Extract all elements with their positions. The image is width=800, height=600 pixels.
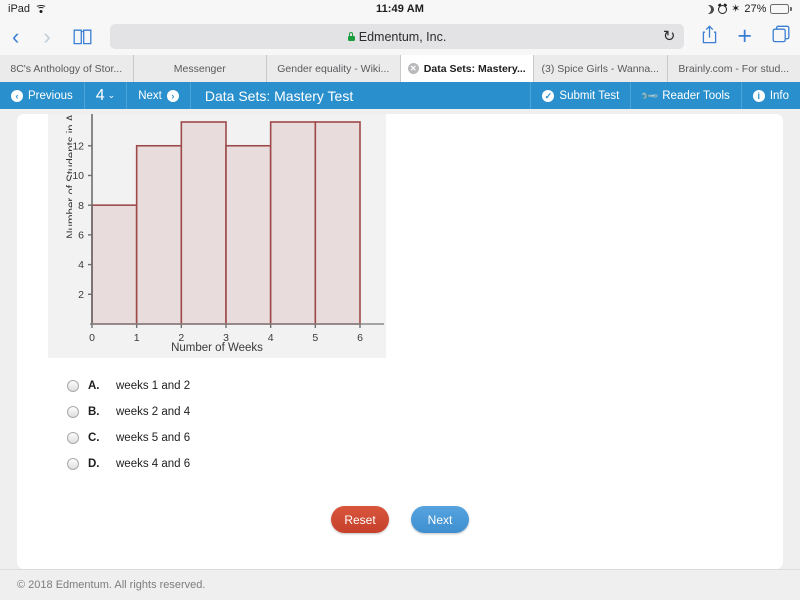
status-bar-right: ✶ 27% xyxy=(705,3,792,15)
new-tab-button[interactable]: + xyxy=(727,24,762,49)
browser-tab[interactable]: 8C's Anthology of Stor... xyxy=(0,55,134,82)
address-bar-text-group: Edmentum, Inc. xyxy=(347,29,447,44)
histogram-bar xyxy=(180,121,227,325)
histogram-bar xyxy=(135,144,183,325)
browser-tab[interactable]: ✕ Data Sets: Mastery... xyxy=(400,55,534,82)
radio-button[interactable] xyxy=(67,458,79,470)
y-axis-label-clip: Number of Students in Atte xyxy=(52,114,72,294)
option-text: weeks 2 and 4 xyxy=(116,406,191,418)
y-axis-tick-label: 2 xyxy=(78,289,84,301)
browser-tab[interactable]: Brainly.com - For stud... xyxy=(667,55,800,82)
option-letter: A. xyxy=(88,380,100,392)
chevron-down-icon: ⌄ xyxy=(107,90,116,100)
y-axis-tick-label: 4 xyxy=(78,259,84,271)
page-number: 4 xyxy=(95,86,105,104)
next-question-button[interactable]: Next xyxy=(411,506,469,533)
browser-tab-label: Messenger xyxy=(173,62,226,75)
alarm-clock-icon xyxy=(718,4,728,14)
browser-tab-label: Data Sets: Mastery... xyxy=(423,62,526,75)
share-icon xyxy=(702,24,717,49)
y-axis-tick-label: 8 xyxy=(78,200,84,212)
option-text: weeks 4 and 6 xyxy=(116,458,191,470)
answer-option[interactable]: D. weeks 4 and 6 xyxy=(67,451,190,477)
do-not-disturb-moon-icon xyxy=(705,5,714,14)
battery-icon xyxy=(770,4,792,14)
app-toolbar: ‹ Previous 4 ⌄ Next › Data Sets: Mastery… xyxy=(0,82,800,109)
y-axis-tick-label: 12 xyxy=(72,140,84,152)
wrench-icon: 🔧 xyxy=(639,85,661,106)
next-arrow-icon: › xyxy=(166,89,179,102)
app-toolbar-right: ✓ Submit Test 🔧 Reader Tools i Info xyxy=(530,82,800,109)
show-tabs-button[interactable] xyxy=(762,25,800,48)
bookmarks-button[interactable] xyxy=(63,29,102,45)
answer-option[interactable]: B. weeks 2 and 4 xyxy=(67,399,190,425)
y-axis-label: Number of Students in Atte xyxy=(66,114,72,239)
browser-tab-label: Gender equality - Wiki... xyxy=(277,62,390,75)
y-axis-tick-label: 6 xyxy=(78,229,84,241)
answer-options-list: A. weeks 1 and 2 B. weeks 2 and 4 C. weeks 5 … xyxy=(67,373,190,477)
browser-tab-label: 8C's Anthology of Stor... xyxy=(10,62,123,75)
option-letter: D. xyxy=(88,458,100,470)
answer-option[interactable]: C. weeks 5 and 6 xyxy=(67,425,190,451)
back-button[interactable]: ‹ xyxy=(0,25,31,48)
info-label: Info xyxy=(769,89,789,102)
secure-lock-icon xyxy=(347,32,355,41)
tabs-icon xyxy=(772,25,790,48)
check-circle-icon: ✓ xyxy=(542,89,555,102)
safari-toolbar: ‹ › Edmentum, Inc. ↻ + xyxy=(0,18,800,55)
previous-label: Previous xyxy=(28,89,73,102)
status-bar-clock: 11:49 AM xyxy=(375,3,425,15)
reset-button[interactable]: Reset xyxy=(331,506,389,533)
browser-tab[interactable]: Gender equality - Wiki... xyxy=(267,55,401,82)
histogram-bar xyxy=(225,144,272,325)
browser-tab[interactable]: (3) Spice Girls - Wanna... xyxy=(534,55,668,82)
share-button[interactable] xyxy=(692,24,727,49)
book-icon xyxy=(73,29,92,45)
info-button[interactable]: i Info xyxy=(740,82,800,109)
browser-tab-strip: 8C's Anthology of Stor... Messenger Gender… xyxy=(0,55,800,82)
browser-tab[interactable]: Messenger xyxy=(133,55,267,82)
address-bar[interactable]: Edmentum, Inc. ↻ xyxy=(109,24,685,49)
histogram-bar xyxy=(91,204,138,325)
ipad-safari-screen: iPad 11:49 AM ✶ 27% ‹ › Edmentum, Inc. ↻… xyxy=(0,0,800,600)
reload-icon[interactable]: ↻ xyxy=(663,29,676,44)
submit-test-label: Submit Test xyxy=(559,89,620,102)
option-letter: C. xyxy=(88,432,100,444)
ios-status-bar: iPad 11:49 AM ✶ 27% xyxy=(0,0,800,18)
y-axis-tick-label: 10 xyxy=(72,170,84,182)
browser-tab-label: (3) Spice Girls - Wanna... xyxy=(541,62,659,75)
action-button-row: Reset Next xyxy=(17,506,783,533)
forward-button[interactable]: › xyxy=(31,25,62,48)
info-circle-icon: i xyxy=(752,89,765,102)
address-bar-url: Edmentum, Inc. xyxy=(358,29,447,44)
previous-button[interactable]: ‹ Previous xyxy=(0,82,85,109)
close-icon[interactable]: ✕ xyxy=(407,63,419,74)
next-label: Next xyxy=(138,89,162,102)
histogram-chart: 246810120123456 Number of Students in At… xyxy=(48,114,386,358)
option-letter: B. xyxy=(88,406,100,418)
radio-button[interactable] xyxy=(67,406,79,418)
radio-button[interactable] xyxy=(67,380,79,392)
x-axis-label: Number of Weeks xyxy=(171,342,263,354)
histogram-svg: 246810120 1 2 3 4 5 6 xyxy=(72,114,384,344)
question-content-card: 246810120123456 Number of Students in At… xyxy=(17,114,783,569)
answer-option[interactable]: A. weeks 1 and 2 xyxy=(67,373,190,399)
page-footer: © 2018 Edmentum. All rights reserved. xyxy=(0,569,800,600)
page-title: Data Sets: Mastery Test xyxy=(204,87,354,104)
next-button[interactable]: Next › xyxy=(127,82,191,109)
reader-tools-label: Reader Tools xyxy=(662,89,730,102)
page-selector[interactable]: 4 ⌄ xyxy=(85,82,128,109)
submit-test-button[interactable]: ✓ Submit Test xyxy=(530,82,630,109)
radio-button[interactable] xyxy=(67,432,79,444)
browser-tab-label: Brainly.com - For stud... xyxy=(678,62,790,75)
reader-tools-button[interactable]: 🔧 Reader Tools xyxy=(630,82,741,109)
histogram-bar xyxy=(269,121,317,325)
histogram-bar xyxy=(314,121,361,325)
option-text: weeks 1 and 2 xyxy=(116,380,191,392)
battery-percent-label: 27% xyxy=(744,3,767,15)
copyright-text: © 2018 Edmentum. All rights reserved. xyxy=(17,579,206,591)
previous-arrow-icon: ‹ xyxy=(11,89,23,102)
bluetooth-icon: ✶ xyxy=(731,2,741,15)
option-text: weeks 5 and 6 xyxy=(116,432,191,444)
